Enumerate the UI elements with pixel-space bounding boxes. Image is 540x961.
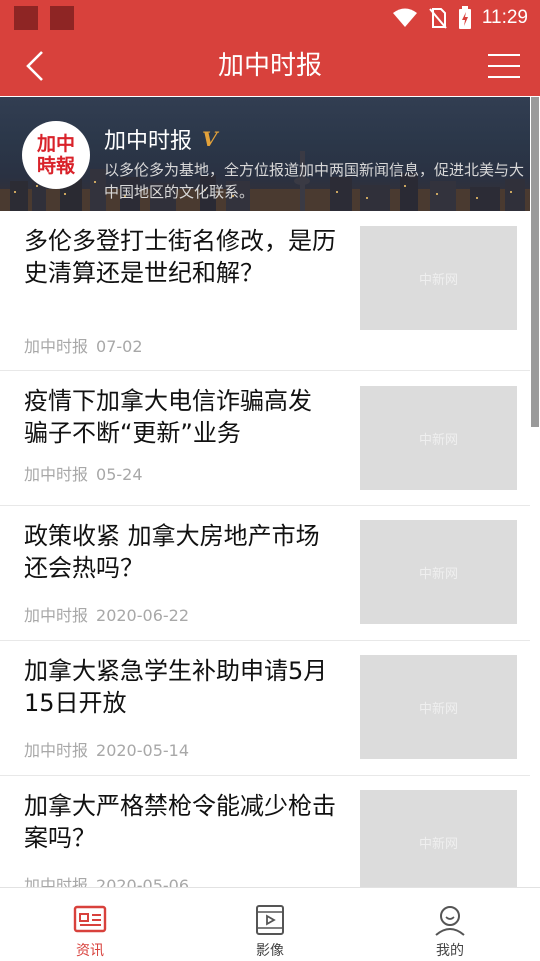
news-item[interactable]: 加拿大紧急学生补助申请5月15日开放 加中时报 2020-05-14 中新网 [0, 641, 530, 776]
news-item[interactable]: 疫情下加拿大电信诈骗高发 骗子不断“更新”业务 加中时报 05-24 中新网 [0, 371, 530, 506]
clock: 11:29 [481, 7, 528, 28]
menu-icon[interactable] [488, 52, 520, 80]
news-headline: 疫情下加拿大电信诈骗高发 骗子不断“更新”业务 [24, 387, 312, 447]
news-date: 2020-05-06 [96, 876, 189, 887]
app-bar: 加中时报 [0, 36, 540, 96]
news-feed: 多伦多登打士街名修改，是历史清算还是世纪和解？ 加中时报 07-02 中新网 疫情… [0, 211, 530, 887]
news-source: 加中时报 [24, 741, 89, 760]
profile-icon [435, 906, 465, 936]
news-thumbnail: 中新网 [360, 386, 517, 490]
tab-news-label: 资讯 [76, 943, 104, 959]
news-item[interactable]: 多伦多登打士街名修改，是历史清算还是世纪和解？ 加中时报 07-02 中新网 [0, 211, 530, 371]
news-meta: 加中时报 2020-05-06 [24, 872, 189, 887]
tab-video-label: 影像 [256, 943, 284, 959]
news-source: 加中时报 [24, 876, 89, 887]
news-source: 加中时报 [24, 337, 89, 356]
wifi-icon [392, 8, 417, 27]
news-meta: 加中时报 07-02 [24, 333, 143, 357]
tab-news[interactable]: 资讯 [0, 888, 180, 961]
news-thumbnail: 中新网 [360, 226, 517, 330]
news-thumbnail: 中新网 [360, 790, 517, 887]
battery-charging-icon [458, 6, 471, 29]
verified-badge: V [202, 127, 218, 151]
news-meta: 加中时报 2020-06-22 [24, 602, 189, 626]
news-thumbnail: 中新网 [360, 655, 517, 759]
notification-icon [14, 6, 38, 30]
news-headline: 政策收紧 加拿大房地产市场还会热吗？ [24, 522, 320, 582]
news-date: 2020-05-14 [96, 741, 189, 760]
tab-profile[interactable]: 我的 [360, 888, 540, 961]
tab-video[interactable]: 影像 [180, 888, 360, 961]
video-icon [256, 905, 284, 935]
channel-banner: 加中 時報 加中时报 V 以多伦多为基地，全方位报道加中两国新闻信息，促进北美与… [0, 97, 530, 211]
news-icon [73, 905, 107, 933]
news-meta: 加中时报 05-24 [24, 461, 143, 485]
news-headline: 加拿大紧急学生补助申请5月15日开放 [24, 657, 328, 717]
notification-icon [50, 6, 74, 30]
channel-description: 以多伦多为基地，全方位报道加中两国新闻信息，促进北美与大中国地区的文化联系。 [104, 161, 525, 201]
news-date: 07-02 [96, 337, 143, 356]
news-item[interactable]: 政策收紧 加拿大房地产市场还会热吗？ 加中时报 2020-06-22 中新网 [0, 506, 530, 641]
news-date: 2020-06-22 [96, 606, 189, 625]
news-item[interactable]: 加拿大严格禁枪令能减少枪击案吗？ 加中时报 2020-05-06 中新网 [0, 776, 530, 887]
news-thumbnail: 中新网 [360, 520, 517, 624]
news-meta: 加中时报 2020-05-14 [24, 737, 189, 761]
news-headline: 加拿大严格禁枪令能减少枪击案吗？ [24, 792, 336, 852]
status-bar: 11:29 [0, 0, 540, 36]
news-date: 05-24 [96, 465, 143, 484]
news-headline: 多伦多登打士街名修改，是历史清算还是世纪和解？ [24, 227, 336, 287]
tab-profile-label: 我的 [436, 943, 464, 959]
channel-logo[interactable]: 加中 時報 [22, 121, 90, 189]
page-title: 加中时报 [217, 51, 322, 81]
no-sim-icon [429, 8, 447, 29]
channel-name: 加中时报 V [104, 127, 218, 154]
bottom-tab-bar: 资讯 影像 我的 [0, 887, 540, 961]
scrollbar-thumb[interactable] [531, 97, 539, 427]
news-source: 加中时报 [24, 465, 89, 484]
news-source: 加中时报 [24, 606, 89, 625]
